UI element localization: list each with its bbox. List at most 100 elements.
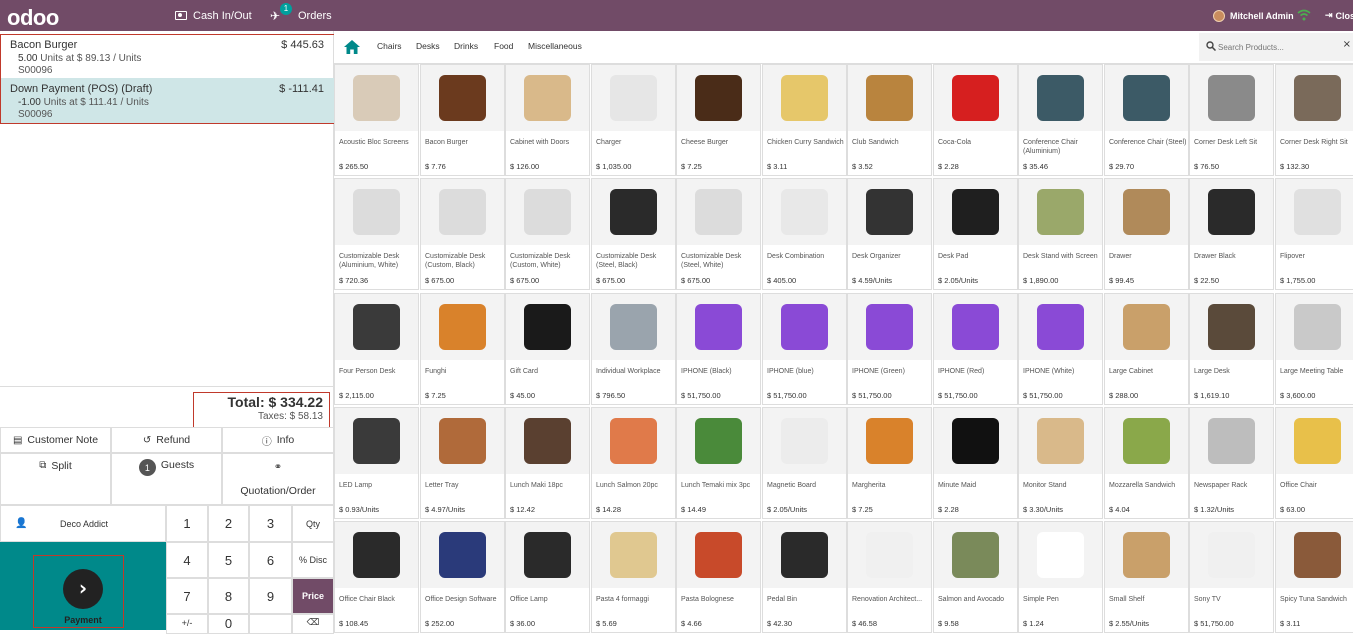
product-card[interactable]: Corner Desk Right Sit $ 132.30 bbox=[1275, 64, 1353, 176]
product-card[interactable]: Drawer Black $ 22.50 bbox=[1189, 178, 1274, 290]
search-input[interactable] bbox=[1218, 40, 1338, 54]
product-card[interactable]: IPHONE (Green) $ 51,750.00 bbox=[847, 293, 932, 405]
product-card[interactable]: Customizable Desk (Steel, Black) $ 675.00 bbox=[591, 178, 676, 290]
numpad-key-3[interactable]: 3 bbox=[249, 505, 292, 542]
product-card[interactable]: Small Shelf $ 2.55/Units bbox=[1104, 521, 1189, 633]
product-card[interactable]: Pedal Bin $ 42.30 bbox=[762, 521, 847, 633]
numpad-key-5[interactable]: 5 bbox=[208, 542, 249, 578]
clear-search-icon[interactable]: × bbox=[1343, 39, 1351, 50]
product-card[interactable]: Cabinet with Doors $ 126.00 bbox=[505, 64, 590, 176]
numpad-key-2[interactable]: 2 bbox=[208, 505, 249, 542]
product-card[interactable]: Desk Pad $ 2.05/Units bbox=[933, 178, 1018, 290]
product-card[interactable]: Margherita $ 7.25 bbox=[847, 407, 932, 519]
numpad-price[interactable]: Price bbox=[292, 578, 334, 614]
order-line-selected[interactable]: Down Payment (POS) (Draft) $ -111.41 -1.… bbox=[0, 78, 334, 123]
cash-in-out-button[interactable]: Cash In/Out bbox=[175, 0, 252, 31]
product-card[interactable]: Monitor Stand $ 3.30/Units bbox=[1018, 407, 1103, 519]
product-card[interactable]: Magnetic Board $ 2.05/Units bbox=[762, 407, 847, 519]
guests-button[interactable]: 1 Guests bbox=[111, 453, 222, 505]
order-line[interactable]: Bacon Burger $ 445.63 5.00 Units at $ 89… bbox=[0, 34, 334, 79]
product-card[interactable]: Office Chair $ 63.00 bbox=[1275, 407, 1353, 519]
product-card[interactable]: Lunch Temaki mix 3pc $ 14.49 bbox=[676, 407, 761, 519]
product-card[interactable]: Lunch Maki 18pc $ 12.42 bbox=[505, 407, 590, 519]
product-card[interactable]: Flipover $ 1,755.00 bbox=[1275, 178, 1353, 290]
product-card[interactable]: Desk Organizer $ 4.59/Units bbox=[847, 178, 932, 290]
product-card[interactable]: Letter Tray $ 4.97/Units bbox=[420, 407, 505, 519]
product-card[interactable]: Four Person Desk $ 2,115.00 bbox=[334, 293, 419, 405]
product-card[interactable]: Pasta 4 formaggi $ 5.69 bbox=[591, 521, 676, 633]
product-card[interactable]: LED Lamp $ 0.93/Units bbox=[334, 407, 419, 519]
product-card[interactable]: Drawer $ 99.45 bbox=[1104, 178, 1189, 290]
numpad-key-6[interactable]: 6 bbox=[249, 542, 292, 578]
product-card[interactable]: Customizable Desk (Custom, Black) $ 675.0… bbox=[420, 178, 505, 290]
product-card[interactable]: Lunch Salmon 20pc $ 14.28 bbox=[591, 407, 676, 519]
product-card[interactable]: Customizable Desk (Steel, White) $ 675.00 bbox=[676, 178, 761, 290]
product-card[interactable]: Cheese Burger $ 7.25 bbox=[676, 64, 761, 176]
product-card[interactable]: Chicken Curry Sandwich $ 3.11 bbox=[762, 64, 847, 176]
numpad-key-1[interactable]: 1 bbox=[166, 505, 208, 542]
customer-note-button[interactable]: ▤ Customer Note bbox=[0, 427, 111, 453]
product-card[interactable]: Office Design Software $ 252.00 bbox=[420, 521, 505, 633]
product-card[interactable]: Coca-Cola $ 2.28 bbox=[933, 64, 1018, 176]
product-card[interactable]: Conference Chair (Aluminium) $ 35.46 bbox=[1018, 64, 1103, 176]
product-card[interactable]: IPHONE (Red) $ 51,750.00 bbox=[933, 293, 1018, 405]
user-menu[interactable]: Mitchell Admin bbox=[1213, 0, 1294, 31]
product-card[interactable]: Pasta Bolognese $ 4.66 bbox=[676, 521, 761, 633]
product-card[interactable]: Conference Chair (Steel) $ 29.70 bbox=[1104, 64, 1189, 176]
product-price: $ 2,115.00 bbox=[339, 391, 374, 400]
product-card[interactable]: Club Sandwich $ 3.52 bbox=[847, 64, 932, 176]
product-card[interactable]: IPHONE (White) $ 51,750.00 bbox=[1018, 293, 1103, 405]
numpad-qty[interactable]: Qty bbox=[292, 505, 334, 542]
product-card[interactable]: Customizable Desk (Aluminium, White) $ 72… bbox=[334, 178, 419, 290]
product-card[interactable]: Large Desk $ 1,619.10 bbox=[1189, 293, 1274, 405]
product-card[interactable]: Customizable Desk (Custom, White) $ 675.0… bbox=[505, 178, 590, 290]
product-card[interactable]: Spicy Tuna Sandwich $ 3.11 bbox=[1275, 521, 1353, 633]
product-card[interactable]: Gift Card $ 45.00 bbox=[505, 293, 590, 405]
numpad-key-8[interactable]: 8 bbox=[208, 578, 249, 614]
product-card[interactable]: Bacon Burger $ 7.76 bbox=[420, 64, 505, 176]
product-card[interactable]: Mozzarella Sandwich $ 4.04 bbox=[1104, 407, 1189, 519]
split-button[interactable]: ⧉ Split bbox=[0, 453, 111, 505]
quotation-order-button[interactable]: ⚭ Quotation/Order bbox=[222, 453, 334, 505]
product-card[interactable]: Office Chair Black $ 108.45 bbox=[334, 521, 419, 633]
category-miscellaneous[interactable]: Miscellaneous bbox=[528, 41, 582, 51]
category-chairs[interactable]: Chairs bbox=[377, 41, 402, 51]
refund-button[interactable]: ↺ Refund bbox=[111, 427, 222, 453]
backspace-icon[interactable]: ⌫ bbox=[292, 614, 334, 634]
category-desks[interactable]: Desks bbox=[416, 41, 440, 51]
numpad-key-7[interactable]: 7 bbox=[166, 578, 208, 614]
home-icon[interactable] bbox=[344, 40, 360, 54]
product-card[interactable]: Acoustic Bloc Screens $ 265.50 bbox=[334, 64, 419, 176]
product-name: Letter Tray bbox=[425, 482, 459, 489]
close-button[interactable]: ⇥ Close bbox=[1325, 0, 1353, 31]
numpad-key-0[interactable]: 0 bbox=[208, 614, 249, 634]
orders-button[interactable]: ✈ 1 Orders bbox=[270, 0, 332, 31]
product-card[interactable]: Simple Pen $ 1.24 bbox=[1018, 521, 1103, 633]
product-card[interactable]: Funghi $ 7.25 bbox=[420, 293, 505, 405]
product-card[interactable]: Sony TV $ 51,750.00 bbox=[1189, 521, 1274, 633]
product-card[interactable]: Renovation Architect... $ 46.58 bbox=[847, 521, 932, 633]
category-drinks[interactable]: Drinks bbox=[454, 41, 478, 51]
product-card[interactable]: Office Lamp $ 36.00 bbox=[505, 521, 590, 633]
product-card[interactable]: Desk Combination $ 405.00 bbox=[762, 178, 847, 290]
product-card[interactable]: Large Meeting Table $ 3,600.00 bbox=[1275, 293, 1353, 405]
customer-button[interactable]: 👤 Deco Addict bbox=[0, 505, 166, 542]
product-card[interactable]: Desk Stand with Screen $ 1,890.00 bbox=[1018, 178, 1103, 290]
product-card[interactable]: Individual Workplace $ 796.50 bbox=[591, 293, 676, 405]
numpad-plus-minus[interactable]: +/- bbox=[166, 614, 208, 634]
product-card[interactable]: Charger $ 1,035.00 bbox=[591, 64, 676, 176]
numpad-key-9[interactable]: 9 bbox=[249, 578, 292, 614]
product-card[interactable]: Minute Maid $ 2.28 bbox=[933, 407, 1018, 519]
info-button[interactable]: ⓘ Info bbox=[222, 427, 334, 453]
product-card[interactable]: IPHONE (blue) $ 51,750.00 bbox=[762, 293, 847, 405]
product-card[interactable]: Corner Desk Left Sit $ 76.50 bbox=[1189, 64, 1274, 176]
payment-button[interactable]: › Payment bbox=[0, 542, 166, 630]
numpad-key-4[interactable]: 4 bbox=[166, 542, 208, 578]
category-food[interactable]: Food bbox=[494, 41, 513, 51]
product-card[interactable]: Salmon and Avocado $ 9.58 bbox=[933, 521, 1018, 633]
product-card[interactable]: IPHONE (Black) $ 51,750.00 bbox=[676, 293, 761, 405]
product-image-shape bbox=[1208, 532, 1255, 578]
product-card[interactable]: Newspaper Rack $ 1.32/Units bbox=[1189, 407, 1274, 519]
numpad-disc[interactable]: % Disc bbox=[292, 542, 334, 578]
product-card[interactable]: Large Cabinet $ 288.00 bbox=[1104, 293, 1189, 405]
